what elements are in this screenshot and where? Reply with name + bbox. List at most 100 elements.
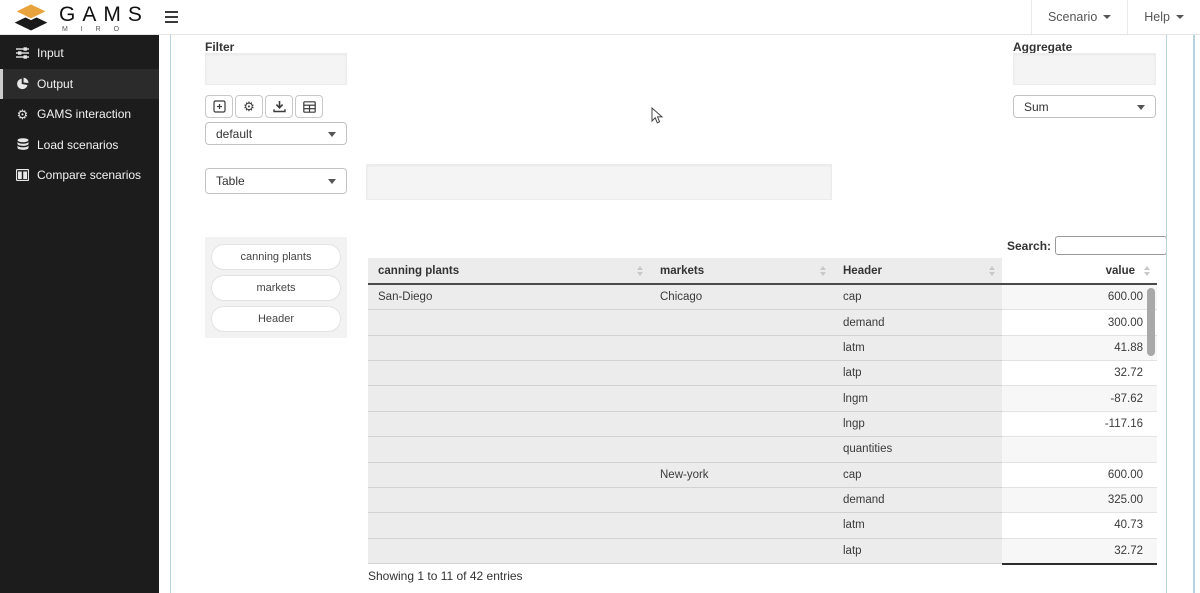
dimension-cell: quantities [833,437,1002,462]
value-cell: 41.88 [1002,336,1157,361]
renderer-select-value: Table [216,174,245,188]
sidebar-item-output[interactable]: Output [0,69,159,100]
top-bar: GAMS M I R O Scenario Help [0,0,1200,35]
dimension-cell [368,463,650,488]
table-row: latp32.72 [368,539,1157,564]
value-cell: 600.00 [1002,285,1157,310]
dimension-cell: lngp [833,412,1002,437]
pill-canning-plants[interactable]: canning plants [211,244,341,270]
table-row: latp32.72 [368,361,1157,386]
dimension-cell [650,513,833,538]
pie-chart-icon [15,77,30,90]
sidebar-item-label: Load scenarios [37,138,118,152]
table-scrollbar-thumb[interactable] [1147,288,1155,356]
column-header-canning-plants[interactable]: canning plants [368,258,650,283]
table-entries-info: Showing 1 to 11 of 42 entries [368,569,523,583]
chevron-down-icon [1103,15,1111,19]
pivot-table: canning plants markets Header value San-… [368,258,1157,564]
table-row: San-DiegoChicagocap600.00 [368,285,1157,310]
content-right-border [1166,35,1167,593]
dimension-cell [650,539,833,564]
dimension-cell [368,386,650,411]
dimension-cell [650,412,833,437]
sidebar-item-label: Input [37,46,64,60]
gear-icon: ⚙ [243,100,255,113]
table-row: quantities [368,437,1157,462]
table-row: demand300.00 [368,310,1157,335]
table-bottom-border [1002,563,1157,565]
add-view-button[interactable] [205,95,233,118]
sidebar-toggle-hamburger-icon[interactable] [165,8,183,26]
dimension-cell [650,336,833,361]
aggregate-input-box[interactable] [1013,53,1156,85]
chevron-down-icon [1137,105,1145,110]
dimension-cell: latp [833,539,1002,564]
view-select[interactable]: default [205,122,347,145]
scenario-menu[interactable]: Scenario [1031,0,1127,34]
renderer-select[interactable]: Table [205,168,347,194]
pivot-dimension-list: canning plants markets Header [205,237,347,338]
view-select-value: default [216,127,252,141]
dimension-cell: cap [833,463,1002,488]
sort-icon [820,266,826,276]
column-header-label: value [1106,265,1135,277]
help-menu[interactable]: Help [1127,0,1200,34]
column-header-value[interactable]: value [1002,258,1157,283]
table-row: lngm-87.62 [368,386,1157,411]
table-body: San-DiegoChicagocap600.00demand300.00lat… [368,285,1157,564]
gear-icon: ⚙ [15,108,30,121]
table-header-row: canning plants markets Header value [368,258,1157,285]
settings-button[interactable]: ⚙ [235,95,263,118]
value-cell [1002,437,1157,462]
chevron-down-icon [328,179,336,184]
dimension-cell [650,361,833,386]
column-header-markets[interactable]: markets [650,258,833,283]
filter-section-label: Filter [205,40,234,54]
sidebar-item-load-scenarios[interactable]: Load scenarios [0,130,159,161]
search-label: Search: [1007,239,1051,253]
dimension-cell [368,412,650,437]
sidebar-item-compare-scenarios[interactable]: Compare scenarios [0,160,159,191]
add-view-icon [213,100,226,113]
brand-name: GAMS [59,2,149,28]
dimension-cell [650,488,833,513]
sort-icon [637,266,643,276]
dimension-cell: demand [833,310,1002,335]
database-icon [15,138,30,151]
column-header-header[interactable]: Header [833,258,1002,283]
table-row: latm40.73 [368,513,1157,538]
dimension-cell: Chicago [650,285,833,310]
gams-diamond-logo-icon [13,2,49,32]
sliders-icon [15,47,30,59]
columns-icon [15,169,30,181]
mouse-cursor-icon [651,107,664,130]
dimension-cell [650,437,833,462]
pill-header[interactable]: Header [211,306,341,332]
filter-input-box[interactable] [205,53,347,85]
aggregate-section-label: Aggregate [1013,40,1072,54]
sidebar-item-gams-interaction[interactable]: ⚙ GAMS interaction [0,99,159,130]
sidebar-item-label: Output [37,77,73,91]
dimension-cell [368,437,650,462]
dimension-cell [368,361,650,386]
pill-markets[interactable]: markets [211,275,341,301]
dimension-cell [368,310,650,335]
pivot-drop-zone[interactable] [366,164,832,200]
sidebar-item-label: GAMS interaction [37,107,131,121]
column-header-label: markets [660,265,704,277]
aggregate-function-select[interactable]: Sum [1013,95,1156,118]
dimension-cell: latm [833,336,1002,361]
download-button[interactable] [265,95,293,118]
table-row: New-yorkcap600.00 [368,463,1157,488]
sidebar-item-input[interactable]: Input [0,38,159,69]
search-input[interactable] [1055,236,1167,255]
sidebar-item-label: Compare scenarios [37,168,141,182]
dimension-cell [368,336,650,361]
dimension-cell: latp [833,361,1002,386]
scenario-menu-label: Scenario [1048,10,1097,24]
value-cell: 300.00 [1002,310,1157,335]
table-view-button[interactable] [295,95,323,118]
dimension-cell [650,386,833,411]
dimension-cell [368,539,650,564]
sidebar-nav: Input Output ⚙ GAMS interaction Load sce… [0,35,159,593]
